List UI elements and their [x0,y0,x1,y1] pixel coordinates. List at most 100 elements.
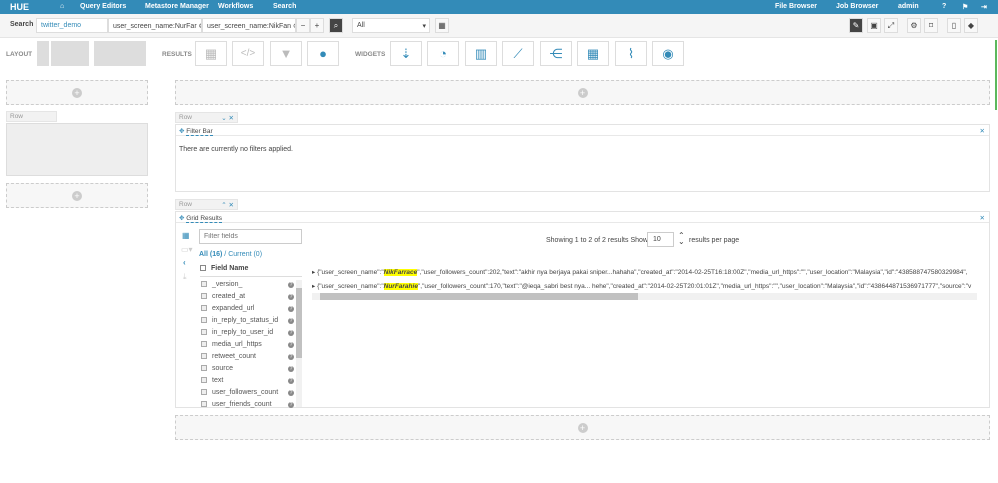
nav-search[interactable]: Search [273,3,296,10]
field-checkbox[interactable] [201,293,207,299]
close-icon[interactable]: ✕ [980,127,985,135]
page-size-input[interactable]: 10 [647,232,674,247]
field-checkbox[interactable] [201,341,207,347]
bar-widget-icon[interactable]: ▥ [465,41,497,66]
field-item[interactable]: user_followers_count? [201,389,294,396]
new-document-icon[interactable]: ▯ [947,18,961,33]
row-label[interactable]: Row ⌃ ✕ [175,199,238,210]
field-checkbox[interactable] [201,317,207,323]
add-row-button[interactable]: + [6,80,148,105]
field-item[interactable]: in_reply_to_status_id? [201,317,294,324]
help-icon[interactable]: ? [288,366,294,372]
help-icon[interactable]: ? [288,306,294,312]
field-checkbox[interactable] [201,365,207,371]
result-record[interactable]: ▸ {"user_screen_name":"NurFarahie","user… [312,282,977,290]
horizontal-scrollbar[interactable] [312,293,977,300]
fields-scrollbar[interactable] [296,280,302,407]
flag-icon[interactable]: ⚑ [962,3,968,11]
nav-workflows[interactable]: Workflows [218,3,253,10]
help-icon[interactable]: ? [288,318,294,324]
date-filter-select[interactable]: All ▾ [352,18,430,33]
pie-widget-icon[interactable]: ◔ [427,41,459,66]
layout-option-2[interactable] [51,41,89,66]
field-checkbox[interactable] [201,305,207,311]
panel-title[interactable]: Grid Results [186,215,223,223]
nav-admin[interactable]: admin [898,3,919,10]
field-item[interactable]: in_reply_to_user_id? [201,329,294,336]
help-icon[interactable]: ? [288,282,294,288]
field-item[interactable]: retweet_count? [201,353,294,360]
field-checkbox[interactable] [201,281,207,287]
layout-option-1[interactable] [37,41,49,66]
help-icon[interactable]: ? [288,342,294,348]
add-query-button[interactable]: + [310,18,324,33]
filter-widget-icon[interactable]: ▼ [270,41,302,66]
settings-icon[interactable]: ⚙ [907,18,921,33]
download-icon[interactable]: ⤓ [183,272,187,282]
remove-query-button[interactable]: − [296,18,310,33]
help-icon[interactable]: ? [288,378,294,384]
field-item[interactable]: created_at? [201,293,294,300]
result-record[interactable]: ▸ {"user_screen_name":"NikFarrace","user… [312,268,977,276]
add-row-button[interactable]: + [175,415,990,440]
help-icon[interactable]: ? [942,3,946,10]
layout-option-3[interactable] [94,41,146,66]
row-label[interactable]: Row ⌄ ✕ [175,112,238,123]
calendar-icon[interactable]: ▦ [435,18,449,33]
facet-widget-icon[interactable]: ⇣ [390,41,422,66]
help-icon[interactable]: ? [288,402,294,408]
row-controls-icon[interactable]: ⌄ ✕ [221,114,234,122]
page-size-stepper[interactable]: ⌃ ⌄ [678,232,685,246]
nav-query-editors[interactable]: Query Editors [80,3,126,10]
field-item[interactable]: text? [201,377,294,384]
grid-widget-icon[interactable]: ▦ [195,41,227,66]
search-button[interactable]: ⌕ [329,18,343,33]
nav-file-browser[interactable]: File Browser [775,3,817,10]
bookmark-icon[interactable]: ⌑ [924,18,938,33]
field-item[interactable]: expanded_url? [201,305,294,312]
filter-fields-input[interactable] [199,229,302,244]
help-icon[interactable]: ? [288,330,294,336]
map-marker-widget-icon[interactable]: ● [307,41,339,66]
tags-icon[interactable]: ◆ [964,18,978,33]
field-item[interactable]: media_url_https? [201,341,294,348]
close-icon[interactable]: ✕ [980,214,985,222]
heatmap-widget-icon[interactable]: ▦ [577,41,609,66]
field-checkbox[interactable] [201,401,207,407]
save-icon[interactable]: ▣ [867,18,881,33]
tree-widget-icon[interactable]: ⋲ [540,41,572,66]
logout-icon[interactable]: ⇥ [981,3,987,11]
select-all-checkbox[interactable] [200,265,206,271]
help-icon[interactable]: ? [288,390,294,396]
timeline-widget-icon[interactable]: ⌇ [615,41,647,66]
gradient-map-widget-icon[interactable]: ◉ [652,41,684,66]
add-row-button[interactable]: + [175,80,990,105]
chart-view-icon[interactable]: ▭▾ [181,245,193,254]
line-widget-icon[interactable]: ⟋ [502,41,534,66]
nav-metastore[interactable]: Metastore Manager [145,3,209,10]
add-row-button[interactable]: + [6,183,148,208]
page-scrollbar[interactable] [995,40,997,110]
edit-icon[interactable]: ✎ [849,18,863,33]
html-widget-icon[interactable]: </> [232,41,264,66]
collection-selector[interactable]: twitter_demo [36,18,108,33]
expand-icon[interactable]: ⤢ [884,18,898,33]
filter-input-2[interactable]: user_screen_name:NikFan ⊗ [202,18,296,33]
hue-logo[interactable]: HUE [10,2,29,12]
row-label[interactable]: Row [6,111,57,122]
nav-job-browser[interactable]: Job Browser [836,3,878,10]
field-item[interactable]: user_friends_count? [201,401,294,408]
field-checkbox[interactable] [201,353,207,359]
help-icon[interactable]: ? [288,354,294,360]
field-checkbox[interactable] [201,329,207,335]
collapse-icon[interactable]: ‹ [183,258,186,267]
panel-title[interactable]: Filter Bar [186,128,213,136]
field-checkbox[interactable] [201,389,207,395]
help-icon[interactable]: ? [288,294,294,300]
row-controls-icon[interactable]: ⌃ ✕ [221,201,234,209]
field-checkbox[interactable] [201,377,207,383]
field-item[interactable]: _version_? [201,281,294,288]
filter-input-1[interactable]: user_screen_name:NurFar ⊗ [108,18,202,33]
field-item[interactable]: source? [201,365,294,372]
home-icon[interactable]: ⌂ [60,3,64,10]
